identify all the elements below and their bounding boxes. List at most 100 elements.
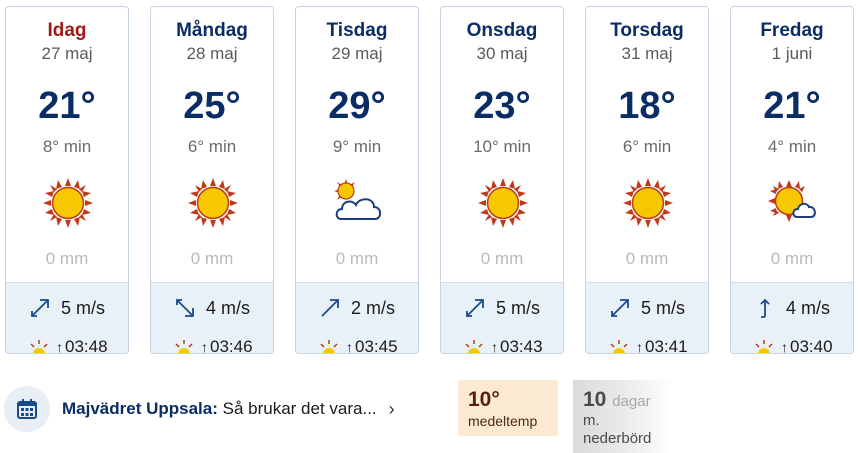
min-temp: 6° min [187, 137, 237, 156]
mean-temp-label: medeltemp [468, 413, 538, 429]
mean-temp-value: 10° [468, 388, 500, 411]
max-temp: 21° [38, 85, 96, 127]
arrow-up-icon: ↑ [491, 339, 498, 354]
min-temp: 6° min [622, 137, 672, 156]
min-temp: 4° min [767, 137, 817, 156]
sunrise-row: ↑ 03:46 [173, 337, 253, 354]
arrow-up-icon: ↑ [636, 339, 643, 354]
day-name: Fredag [760, 20, 824, 41]
sunrise-icon [465, 340, 483, 353]
chevron-right-icon: › [388, 398, 395, 419]
wind-speed: 5 m/s [495, 297, 540, 318]
sunrise-row: ↑ 03:45 [318, 337, 398, 354]
day-date: 31 maj [621, 44, 673, 63]
day-card-mandag[interactable]: Måndag 28 maj 25° 6° min 0 mm 4 m/s ↑ 03… [150, 6, 274, 354]
wind-speed: 4 m/s [205, 297, 250, 318]
wind-speed: 5 m/s [640, 297, 685, 318]
sunrise-icon [175, 340, 193, 353]
max-temp: 29° [328, 85, 386, 127]
calendar-icon [4, 386, 50, 432]
wind-arrow-southeast-icon [176, 299, 194, 317]
rain-days-unit: dagar [612, 393, 651, 410]
sunrise-icon [30, 340, 48, 353]
day-name: Måndag [176, 20, 248, 41]
card-details: 2 m/s ↑ 03:45 [296, 282, 418, 353]
rain-days-label-2: nederbörd [583, 430, 652, 447]
sunrise-time: 03:48 [65, 337, 108, 354]
promo-text: Majvädret Uppsala: Så brukar det vara... [62, 399, 377, 419]
sunrise-time: 03:43 [500, 337, 543, 354]
mean-temp-stat: 10° medeltemp [458, 380, 558, 436]
wind-row: 5 m/s [441, 296, 563, 320]
precipitation: 0 mm [770, 249, 814, 268]
partly-cloudy-icon [334, 179, 382, 220]
precipitation: 0 mm [625, 249, 669, 268]
sunrise-row: ↑ 03:43 [463, 337, 543, 354]
arrow-up-icon: ↑ [56, 339, 63, 354]
day-card-fredag[interactable]: Fredag 1 juni 21° 4° min 0 mm 4 m/s ↑ 03… [730, 6, 854, 354]
sun-icon [623, 178, 673, 228]
sunrise-row: ↑ 03:48 [28, 337, 108, 354]
min-temp: 8° min [42, 137, 92, 156]
sun-icon [188, 178, 238, 228]
wind-arrow-northeast-icon [321, 299, 339, 317]
day-date: 27 maj [41, 44, 93, 63]
precipitation: 0 mm [480, 249, 524, 268]
promo-title: Majvädret Uppsala: [62, 399, 218, 418]
wind-arrow-north-icon [760, 298, 770, 318]
sunrise-row: ↑ 03:41 [608, 337, 688, 354]
wind-row: 4 m/s [731, 296, 853, 320]
sun-icon [478, 178, 528, 228]
monthly-weather-link[interactable]: Majvädret Uppsala: Så brukar det vara...… [4, 385, 395, 433]
max-temp: 21° [763, 85, 821, 127]
sun-small-cloud-icon [768, 180, 816, 222]
wind-speed: 4 m/s [785, 297, 830, 318]
rain-days-stat: 10 dagar m. nederbörd [573, 380, 673, 453]
day-card-onsdag[interactable]: Onsdag 30 maj 23° 10° min 0 mm 5 m/s ↑ 0… [440, 6, 564, 354]
precipitation: 0 mm [335, 249, 379, 268]
arrow-up-icon: ↑ [781, 339, 788, 354]
day-date: 1 juni [771, 44, 813, 63]
rain-days-label-1: m. [583, 412, 600, 429]
sun-icon [43, 178, 93, 228]
day-name: Idag [47, 20, 87, 41]
sunrise-icon [610, 340, 628, 353]
sunrise-icon [755, 340, 773, 353]
arrow-up-icon: ↑ [346, 339, 353, 354]
day-name: Torsdag [610, 20, 684, 41]
day-card-idag[interactable]: Idag 27 maj 21° 8° min 0 mm 5 m/s ↑ 03:4… [5, 6, 129, 354]
day-card-tisdag[interactable]: Tisdag 29 maj 29° 9° min 0 mm 2 m/s ↑ 03… [295, 6, 419, 354]
sunrise-row: ↑ 03:40 [753, 337, 833, 354]
card-details: 5 m/s ↑ 03:48 [6, 282, 128, 353]
min-temp: 9° min [332, 137, 382, 156]
day-date: 29 maj [331, 44, 383, 63]
day-date: 30 maj [476, 44, 528, 63]
card-details: 5 m/s ↑ 03:43 [441, 282, 563, 353]
day-card-torsdag[interactable]: Torsdag 31 maj 18° 6° min 0 mm 5 m/s ↑ 0… [585, 6, 709, 354]
day-name: Onsdag [466, 20, 538, 41]
wind-row: 5 m/s [586, 296, 708, 320]
sunrise-icon [320, 340, 338, 353]
arrow-up-icon: ↑ [201, 339, 208, 354]
wind-arrow-northeast-icon [611, 299, 629, 317]
max-temp: 25° [183, 85, 241, 127]
min-temp: 10° min [473, 137, 531, 156]
day-date: 28 maj [186, 44, 238, 63]
wind-arrow-northeast-icon [31, 299, 49, 317]
sunrise-time: 03:41 [645, 337, 688, 354]
sunrise-time: 03:46 [210, 337, 253, 354]
promo-subtitle: Så brukar det vara... [222, 399, 377, 418]
rain-days-value: 10 [583, 388, 607, 411]
card-details: 4 m/s ↑ 03:46 [151, 282, 273, 353]
forecast-cards: Idag 27 maj 21° 8° min 0 mm 5 m/s ↑ 03:4… [0, 0, 860, 360]
card-details: 5 m/s ↑ 03:41 [586, 282, 708, 353]
max-temp: 23° [473, 85, 531, 127]
sunrise-time: 03:40 [790, 337, 833, 354]
card-details: 4 m/s ↑ 03:40 [731, 282, 853, 353]
wind-speed: 2 m/s [350, 297, 395, 318]
precipitation: 0 mm [190, 249, 234, 268]
wind-arrow-northeast-icon [466, 299, 484, 317]
sunrise-time: 03:45 [355, 337, 398, 354]
max-temp: 18° [618, 85, 676, 127]
day-name: Tisdag [326, 20, 388, 41]
